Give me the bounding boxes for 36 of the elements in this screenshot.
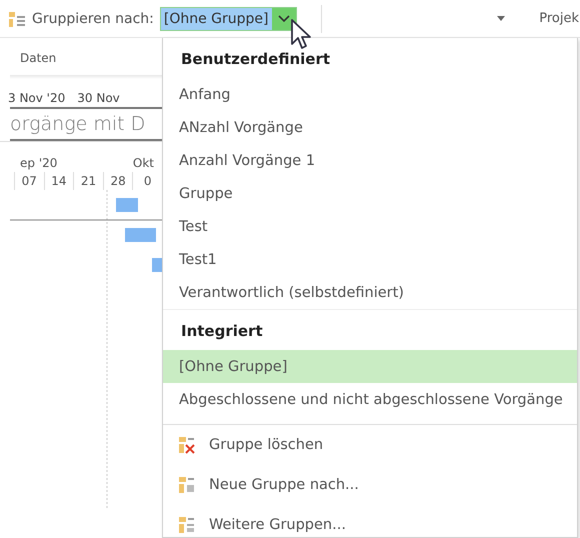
menu-item[interactable]: Anzahl Vorgänge 1 bbox=[163, 144, 577, 177]
timescale-day: 21 bbox=[73, 172, 103, 190]
group-by-combo[interactable]: [Ohne Gruppe] bbox=[160, 6, 297, 30]
menu-item[interactable]: Verantwortlich (selbstdefiniert) bbox=[163, 276, 577, 309]
menu-item[interactable]: ANzahl Vorgänge bbox=[163, 111, 577, 144]
project-label[interactable]: Projek bbox=[539, 11, 579, 26]
timeline-title: orgänge mit D bbox=[9, 112, 146, 137]
ruler-date: 30 Nov bbox=[77, 91, 120, 105]
data-tab[interactable]: Daten bbox=[0, 38, 162, 75]
menu-command[interactable]: Weitere Gruppen... bbox=[209, 517, 346, 533]
menu-item[interactable]: Anfang bbox=[163, 78, 577, 111]
section-header: Benutzerdefiniert bbox=[180, 49, 332, 70]
timescale-label: Okt bbox=[132, 156, 154, 170]
combo-value: [Ohne Gruppe] bbox=[160, 8, 272, 30]
timescale-day: 14 bbox=[44, 172, 74, 190]
timescale-day: 07 bbox=[14, 172, 44, 190]
menu-command[interactable]: Gruppe löschen bbox=[209, 437, 324, 453]
gantt-bar bbox=[152, 258, 162, 272]
menu-item[interactable]: [Ohne Gruppe] bbox=[163, 350, 577, 383]
groups-icon bbox=[177, 515, 197, 535]
menu-command[interactable]: Neue Gruppe nach... bbox=[209, 477, 359, 493]
menu-item[interactable]: Test bbox=[163, 210, 577, 243]
new-group-icon bbox=[177, 475, 197, 495]
group-by-icon bbox=[8, 10, 26, 28]
ruler-date: 3 Nov '20 bbox=[8, 91, 66, 105]
caret-icon[interactable] bbox=[497, 16, 506, 21]
gantt-bar bbox=[125, 228, 156, 242]
menu-item[interactable]: Gruppe bbox=[163, 177, 577, 210]
gantt-bar bbox=[116, 198, 138, 212]
timescale-label: ep '20 bbox=[20, 156, 58, 170]
delete-group-icon bbox=[177, 435, 197, 455]
timescale-day: 28 bbox=[102, 172, 132, 190]
group-by-label: Gruppieren nach: bbox=[32, 10, 154, 26]
menu-item[interactable]: Abgeschlossene und nicht abgeschlossene Vorgänge bbox=[163, 383, 577, 416]
chevron-icon bbox=[278, 14, 290, 22]
menu-item[interactable]: Test1 bbox=[163, 243, 577, 276]
